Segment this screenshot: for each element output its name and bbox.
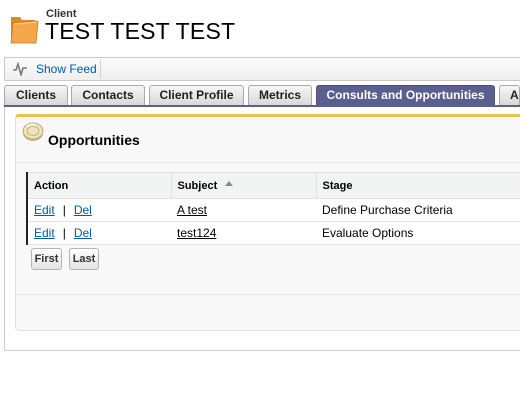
subject-cell: test124 — [171, 221, 316, 245]
coin-icon — [21, 120, 45, 144]
tab-clients[interactable]: Clients — [4, 85, 68, 105]
tab-client-profile[interactable]: Client Profile — [149, 85, 244, 105]
tab-contacts[interactable]: Contacts — [71, 85, 145, 105]
feed-icon — [13, 61, 27, 78]
opportunities-table: Action Subject Stage Edit | Del A test Def… — [26, 172, 520, 245]
delete-link[interactable]: Del — [74, 226, 92, 240]
column-header-stage: Stage — [315, 172, 520, 199]
footer-divider — [16, 294, 520, 295]
action-separator: | — [62, 226, 66, 240]
table-header-row: Action Subject Stage — [26, 172, 520, 199]
subject-header-label[interactable]: Subject — [178, 180, 218, 192]
action-cell: Edit | Del — [26, 221, 171, 245]
subject-link[interactable]: test124 — [177, 226, 216, 240]
tab-consults-and-opportunities[interactable]: Consults and Opportunities — [316, 85, 495, 105]
subject-link[interactable]: A test — [177, 203, 207, 217]
column-header-subject[interactable]: Subject — [170, 172, 316, 199]
stage-cell: Define Purchase Criteria — [316, 198, 520, 222]
last-page-button[interactable]: Last — [69, 248, 99, 270]
subject-cell: A test — [171, 198, 316, 222]
title-divider — [16, 162, 520, 163]
edit-link[interactable]: Edit — [34, 226, 55, 240]
delete-link[interactable]: Del — [74, 203, 92, 217]
table-row: Edit | Del test124 Evaluate Options — [26, 221, 520, 245]
tab-metrics[interactable]: Metrics — [248, 85, 312, 105]
stage-cell: Evaluate Options — [316, 221, 520, 245]
tab-ac[interactable]: Ac — [499, 85, 520, 105]
action-separator: | — [62, 203, 66, 217]
column-header-action: Action — [26, 172, 171, 199]
table-row: Edit | Del A test Define Purchase Criteria — [26, 198, 520, 222]
sort-ascending-icon[interactable] — [225, 181, 234, 187]
related-list-title: Opportunities — [48, 132, 140, 148]
first-page-button[interactable]: First — [31, 248, 62, 270]
show-feed-label[interactable]: Show Feed — [36, 62, 97, 76]
record-title: TEST TEST TEST — [45, 18, 236, 44]
edit-link[interactable]: Edit — [34, 203, 55, 217]
action-cell: Edit | Del — [26, 198, 171, 222]
folder-icon — [9, 11, 39, 45]
